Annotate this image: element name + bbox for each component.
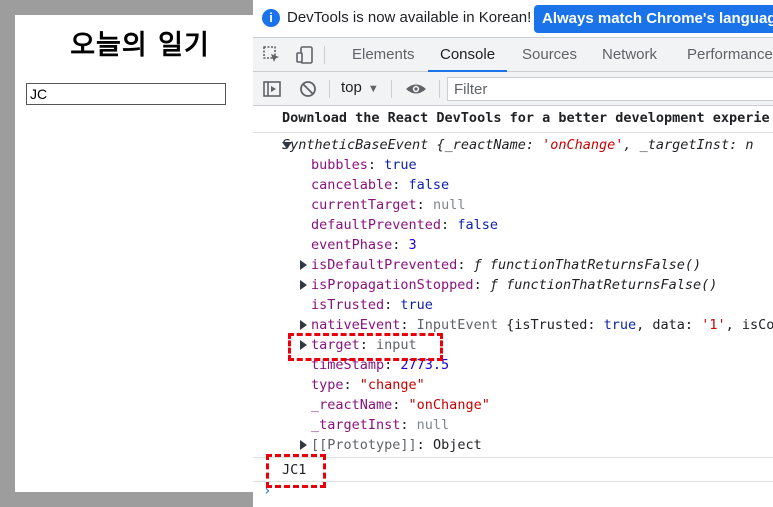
prop-row: _reactName: "onChange"	[311, 397, 490, 413]
highlight-box-result	[266, 454, 326, 488]
tab-console[interactable]: Console	[427, 38, 508, 72]
context-selector[interactable]: top ▼	[341, 79, 379, 96]
console-log-row: JC1	[253, 457, 773, 482]
console-output: Download the React DevTools for a better…	[253, 106, 773, 507]
expand-arrow-right-icon[interactable]	[300, 320, 307, 330]
context-label: top	[341, 79, 362, 96]
inspect-element-icon[interactable]	[262, 45, 282, 65]
devtools-tab-bar: Elements Console Sources Network Perform…	[253, 37, 773, 72]
app-page: 오늘의 일기	[15, 15, 253, 492]
tab-network[interactable]: Network	[602, 38, 657, 72]
sidebar-toggle-icon[interactable]	[262, 79, 282, 99]
tab-elements[interactable]: Elements	[352, 38, 415, 72]
expand-arrow-down-icon[interactable]	[282, 142, 292, 149]
toolbar-divider	[439, 80, 440, 98]
event-preview-suffix: , _targetInst: n	[623, 137, 754, 153]
match-language-button[interactable]: Always match Chrome's language	[534, 5, 773, 33]
tab-performance[interactable]: Performance	[687, 38, 773, 72]
prop-row: bubbles: true	[311, 157, 417, 173]
page-title: 오늘의 일기	[70, 30, 210, 61]
prop-row: eventPhase: 3	[311, 237, 417, 253]
event-object-header[interactable]: SyntheticBaseEvent {_reactName: 'onChang…	[282, 135, 753, 155]
event-preview-prefix: {_reactName:	[436, 137, 543, 153]
caret-down-icon: ▼	[367, 83, 379, 95]
language-infobar: i DevTools is now available in Korean! A…	[253, 0, 773, 37]
live-expression-eye-icon[interactable]	[405, 79, 426, 99]
diary-input[interactable]	[26, 83, 226, 105]
react-devtools-message: Download the React DevTools for a better…	[253, 106, 773, 133]
prop-row-prototype[interactable]: [[Prototype]]: Object	[311, 435, 482, 455]
console-toolbar: top ▼	[253, 72, 773, 106]
info-icon: i	[262, 9, 280, 27]
expand-arrow-right-icon[interactable]	[300, 440, 307, 450]
event-name: SyntheticBaseEvent	[282, 137, 429, 153]
prop-row: type: "change"	[311, 377, 425, 393]
toolbar-divider	[391, 80, 392, 98]
filter-input[interactable]	[447, 77, 773, 101]
highlight-box-target	[288, 333, 443, 361]
prop-row: cancelable: false	[311, 177, 450, 193]
prop-row: defaultPrevented: false	[311, 217, 498, 233]
tab-sources[interactable]: Sources	[522, 38, 577, 72]
clear-console-icon[interactable]	[298, 79, 318, 99]
prop-row: isTrusted: true	[311, 297, 433, 313]
infobar-message: DevTools is now available in Korean!	[287, 9, 532, 26]
expand-arrow-right-icon[interactable]	[300, 260, 307, 270]
prop-row-expandable[interactable]: isDefaultPrevented: ƒ functionThatReturn…	[311, 255, 701, 275]
devtools-panel: i DevTools is now available in Korean! A…	[253, 0, 773, 507]
prop-row-expandable[interactable]: nativeEvent: InputEvent {isTrusted: true…	[311, 315, 773, 335]
expand-arrow-right-icon[interactable]	[300, 280, 307, 290]
toolbar-divider	[329, 80, 330, 98]
device-toolbar-icon[interactable]	[295, 45, 315, 65]
event-preview-value: 'onChange'	[542, 137, 624, 153]
tabs-divider	[324, 46, 325, 64]
prop-row: _targetInst: null	[311, 417, 450, 433]
prop-row: currentTarget: null	[311, 197, 466, 213]
prop-row-expandable[interactable]: isPropagationStopped: ƒ functionThatRetu…	[311, 275, 717, 295]
